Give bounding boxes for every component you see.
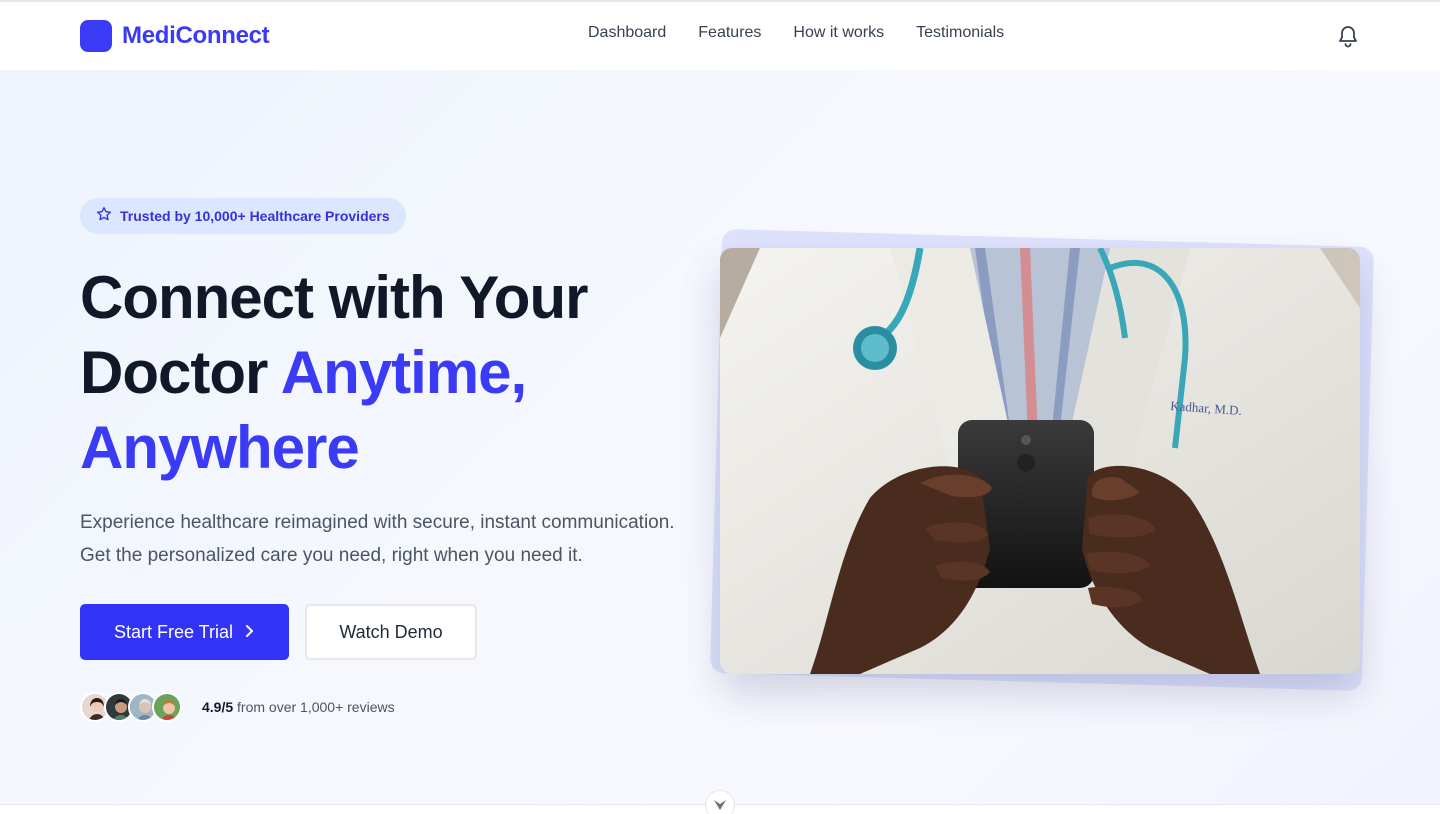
nav-features[interactable]: Features: [698, 24, 761, 42]
chevron-down-icon[interactable]: [705, 790, 735, 814]
reviews-summary: 4.9/5 from over 1,000+ reviews: [80, 692, 395, 722]
headline-line-2-accent: Anytime,: [280, 339, 527, 406]
star-icon: [96, 206, 112, 227]
nav-how-it-works[interactable]: How it works: [793, 24, 884, 42]
subtext-line-2: Get the personalized care you need, righ…: [80, 545, 583, 566]
headline-line-1: Connect with Your: [80, 264, 588, 331]
headline-line-2-plain: Doctor: [80, 339, 281, 406]
brand[interactable]: MediConnect: [80, 20, 270, 52]
hero-subtext: Experience healthcare reimagined with se…: [80, 506, 720, 572]
review-count-text: from over 1,000+ reviews: [233, 699, 395, 715]
doctor-phone-photo: Kadhar, M.D.: [720, 248, 1360, 674]
bell-icon[interactable]: [1336, 24, 1360, 48]
start-free-trial-button[interactable]: Start Free Trial: [80, 604, 289, 660]
trust-badge-text: Trusted by 10,000+ Healthcare Providers: [120, 208, 390, 224]
review-text: 4.9/5 from over 1,000+ reviews: [202, 699, 395, 715]
avatar: [152, 692, 182, 722]
start-free-trial-label: Start Free Trial: [113, 621, 234, 642]
subtext-line-1: Experience healthcare reimagined with se…: [80, 512, 675, 533]
chevron-right-icon: [243, 622, 255, 643]
hero-headline: Connect with Your Doctor Anytime, Anywhe…: [80, 260, 700, 485]
watch-demo-button[interactable]: Watch Demo: [305, 604, 477, 660]
nav-dashboard[interactable]: Dashboard: [588, 24, 666, 42]
trust-badge: Trusted by 10,000+ Healthcare Providers: [80, 198, 406, 234]
hero-section: Trusted by 10,000+ Healthcare Providers …: [0, 70, 1440, 804]
headline-line-3-accent: Anywhere: [80, 414, 360, 481]
logo-icon: [80, 20, 112, 52]
reviewer-avatars: [80, 692, 182, 722]
brand-name: MediConnect: [122, 22, 270, 49]
rating-value: 4.9/5: [202, 699, 234, 715]
nav-testimonials[interactable]: Testimonials: [916, 24, 1004, 42]
main-nav: Dashboard Features How it works Testimon…: [588, 24, 1004, 42]
site-header: MediConnect Dashboard Features How it wo…: [0, 2, 1440, 70]
